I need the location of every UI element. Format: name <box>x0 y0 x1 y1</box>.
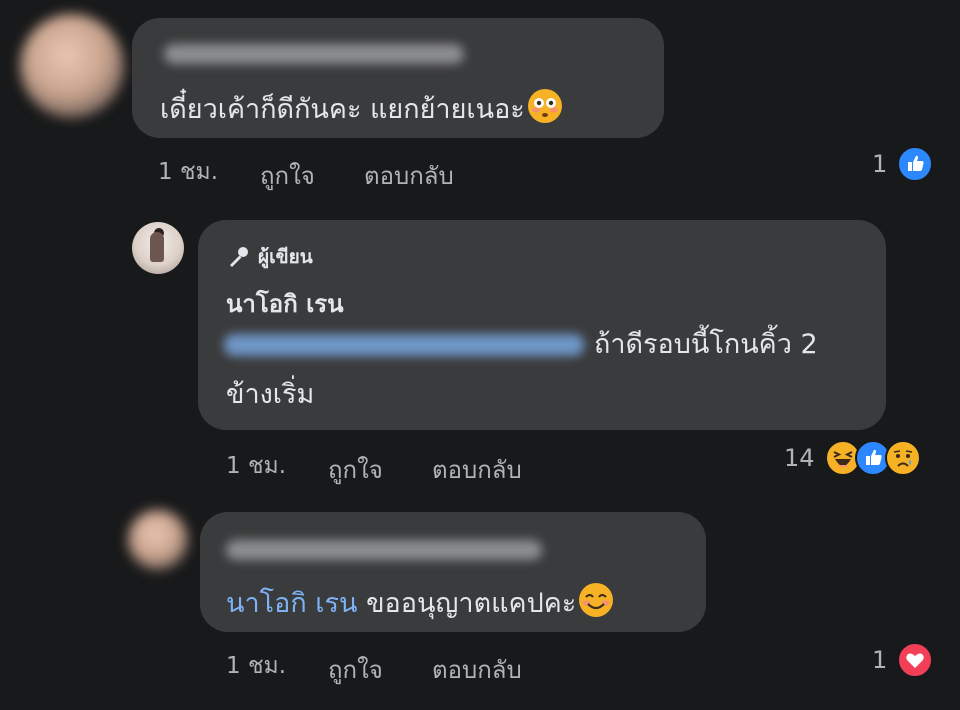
like-button[interactable]: ถูกใจ <box>328 650 383 689</box>
reaction-summary[interactable]: 14 <box>784 440 921 476</box>
reply-button[interactable]: ตอบกลับ <box>432 450 522 489</box>
commenter-avatar[interactable] <box>128 510 188 570</box>
comment-bubble: นาโอกิ เรน ขออนุญาตแคปคะ <box>200 512 706 632</box>
reaction-count: 1 <box>872 646 888 674</box>
smiling-face-emoji <box>579 583 614 617</box>
reaction-summary[interactable]: 1 <box>872 642 934 678</box>
comment-time[interactable]: 1 ชม. <box>226 448 286 484</box>
reply-button[interactable]: ตอบกลับ <box>432 650 522 689</box>
comment-author-name[interactable]: นาโอกิ เรน <box>226 284 344 323</box>
comment-time[interactable]: 1 ชม. <box>226 648 286 684</box>
comment-text: นาโอกิ เรน ขออนุญาตแคปคะ <box>226 582 614 621</box>
reaction-summary[interactable]: 1 <box>872 146 934 182</box>
like-icon <box>897 146 934 182</box>
like-button[interactable]: ถูกใจ <box>260 156 315 195</box>
comment-time[interactable]: 1 ชม. <box>158 154 218 190</box>
commenter-name-blurred[interactable] <box>226 540 542 560</box>
reply-button[interactable]: ตอบกลับ <box>364 156 454 195</box>
commenter-avatar[interactable] <box>20 14 124 118</box>
microphone-icon <box>230 247 248 267</box>
comment-text-line2: ข้างเริ่ม <box>226 379 315 410</box>
author-avatar[interactable] <box>132 222 184 274</box>
author-badge: ผู้เขียน <box>226 242 313 272</box>
comment-bubble: เดี๋ยวเค้าก็ดีกันคะ แยกย้ายเนอะ <box>132 18 664 138</box>
comment-text: เดี๋ยวเค้าก็ดีกันคะ แยกย้ายเนอะ <box>160 88 563 127</box>
sad-icon <box>884 440 921 476</box>
comment-text-line1: ถ้าดีรอบนี้โกนคิ้ว 2 <box>594 329 818 360</box>
love-icon <box>897 642 934 678</box>
like-button[interactable]: ถูกใจ <box>328 450 383 489</box>
mention-blurred[interactable] <box>224 334 584 356</box>
reaction-count: 1 <box>872 150 888 178</box>
commenter-name-blurred[interactable] <box>164 44 464 64</box>
mention-link[interactable]: นาโอกิ เรน <box>226 588 357 619</box>
flushed-face-emoji <box>527 89 562 123</box>
comment-bubble: ผู้เขียน นาโอกิ เรน ถ้าดีรอบนี้โกนคิ้ว 2… <box>198 220 886 430</box>
reaction-count: 14 <box>784 444 815 472</box>
author-badge-label: ผู้เขียน <box>258 246 313 268</box>
